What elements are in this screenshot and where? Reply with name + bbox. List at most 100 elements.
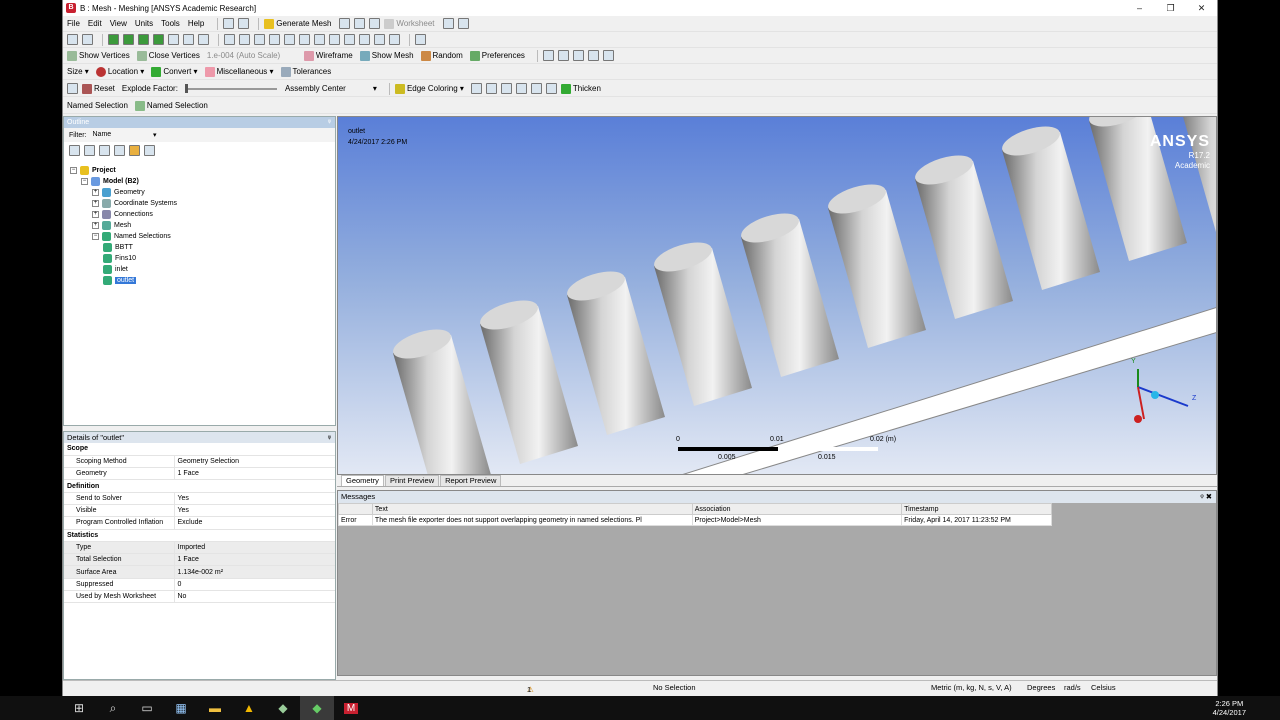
toolbar-icon[interactable] [374,34,385,45]
menu-help[interactable]: Help [188,19,204,28]
show-mesh-button[interactable]: Show Mesh [359,50,414,61]
toolbar-icon[interactable] [168,34,179,45]
expand-icon[interactable]: + [92,189,99,196]
expand-icon[interactable]: + [92,211,99,218]
toolbar-icon[interactable] [572,50,584,61]
menu-edit[interactable]: Edit [88,19,102,28]
toolbar-icon[interactable] [359,34,370,45]
tree-node[interactable]: + Geometry [70,187,177,198]
system-clock[interactable]: 2:26 PM 4/24/2017 [1213,699,1246,717]
assembly-center-select[interactable]: Assembly Center ▾ [285,84,377,93]
messages-column-header[interactable]: Association [691,503,903,515]
toolbar-icon[interactable] [542,50,554,61]
toolbar-icon[interactable] [389,34,400,45]
toolbar-icon[interactable] [67,83,78,94]
generate-mesh-button[interactable]: Generate Mesh [264,18,331,29]
vertex-select-icon[interactable] [153,34,164,45]
close-icon[interactable]: ᵠ ✖ [1200,491,1212,503]
close-button[interactable]: ✕ [1186,3,1217,14]
ansys-taskbar-icon[interactable]: ▲ [232,696,266,720]
edge-coloring-dropdown[interactable]: Edge Coloring ▾ [394,83,464,94]
mail-taskbar-icon[interactable]: M [334,696,368,720]
expand-icon[interactable]: − [92,233,99,240]
expand-icon[interactable]: + [92,200,99,207]
start-icon[interactable]: ⊞ [62,696,96,720]
explode-slider[interactable] [184,83,277,93]
toolbar-icon[interactable] [602,50,614,61]
tree-node[interactable]: BBTT [70,242,177,253]
edge-style-icon[interactable] [500,83,512,94]
messages-column-header[interactable]: Text [371,503,693,515]
graphics-viewport[interactable]: outlet 4/24/2017 2:26 PM ANSYS R17.2 Aca… [337,116,1217,475]
select-icon[interactable] [82,34,93,45]
toolbar-icon[interactable] [183,34,194,45]
tab-geometry[interactable]: Geometry [341,475,384,486]
worksheet-button[interactable]: Worksheet [384,18,435,29]
details-value[interactable]: 0 [173,578,335,592]
pan-icon[interactable] [239,34,250,45]
tree-node[interactable]: − Project [70,165,177,176]
random-button[interactable]: Random [420,50,463,61]
pin-icon[interactable]: ᵠ [328,117,331,128]
auto-scale-field[interactable]: 1.e-004 (Auto Scale) [207,51,297,60]
details-value[interactable]: Yes [173,504,335,518]
close-vertices-button[interactable]: Close Vertices [136,50,200,61]
tree-node[interactable]: inlet [70,264,177,275]
miscellaneous-dropdown[interactable]: Miscellaneous ▾ [204,66,274,77]
toolbar-icon[interactable] [369,18,381,29]
location-dropdown[interactable]: Location ▾ [95,66,144,77]
toolbar-icon[interactable] [344,34,355,45]
show-vertices-button[interactable]: Show Vertices [67,50,130,61]
filter-select[interactable]: Name ▾ [93,131,157,139]
viewport-layout-icon[interactable] [415,34,426,45]
tree-node[interactable]: outlet [70,275,177,286]
toolbar-icon[interactable] [238,18,250,29]
details-group[interactable]: Definition [64,479,335,493]
menu-file[interactable]: File [67,19,80,28]
menu-view[interactable]: View [110,19,127,28]
meshing-taskbar-icon[interactable]: ◆ [300,696,334,720]
minimize-button[interactable]: – [1124,3,1155,14]
menu-units[interactable]: Units [135,19,153,28]
outline-tool-icon[interactable] [69,144,80,156]
toolbar-icon[interactable] [587,50,599,61]
zoom-fit-icon[interactable] [284,34,295,45]
file-explorer-icon[interactable]: ▦ [164,696,198,720]
toolbar-icon[interactable] [442,18,454,29]
messages-column-header[interactable]: Timestamp [901,503,1052,515]
named-selection-button[interactable]: Named Selection [134,100,208,111]
task-view-icon[interactable]: ▭ [130,696,164,720]
tree-node[interactable]: − Named Selections [70,231,177,242]
details-group[interactable]: Statistics [64,529,335,542]
edge-style-icon[interactable] [515,83,527,94]
details-group[interactable]: Scope [64,443,335,456]
details-value[interactable]: Yes [173,492,335,505]
reset-button[interactable]: Reset [82,83,115,94]
tab-report-preview[interactable]: Report Preview [440,475,502,486]
rotate-icon[interactable] [224,34,235,45]
toolbar-icon[interactable] [557,50,569,61]
outline-tool-icon[interactable] [84,144,95,156]
details-value[interactable]: No [173,590,335,604]
tree-node[interactable]: + Coordinate Systems [70,198,177,209]
toolbar-icon[interactable] [457,18,469,29]
select-icon[interactable] [67,34,78,45]
maximize-button[interactable]: ❐ [1155,3,1186,14]
edge-style-icon[interactable] [530,83,542,94]
toolbar-icon[interactable] [354,18,366,29]
edge-style-icon[interactable] [485,83,497,94]
outline-tool-icon[interactable] [114,144,125,156]
zoom-box-icon[interactable] [269,34,280,45]
magnifier-icon[interactable] [314,34,325,45]
details-value[interactable]: 1 Face [173,467,335,481]
size-dropdown[interactable]: Size ▾ [67,67,89,76]
outline-tool-icon[interactable] [99,144,110,156]
pin-icon[interactable] [545,83,557,94]
app-taskbar-icon[interactable]: ◆ [266,696,300,720]
expand-icon[interactable]: − [70,167,77,174]
face-select-icon[interactable] [108,34,119,45]
zoom-window-icon[interactable] [299,34,310,45]
zoom-icon[interactable] [254,34,265,45]
preferences-button[interactable]: Preferences [469,50,525,61]
toolbar-icon[interactable] [329,34,340,45]
